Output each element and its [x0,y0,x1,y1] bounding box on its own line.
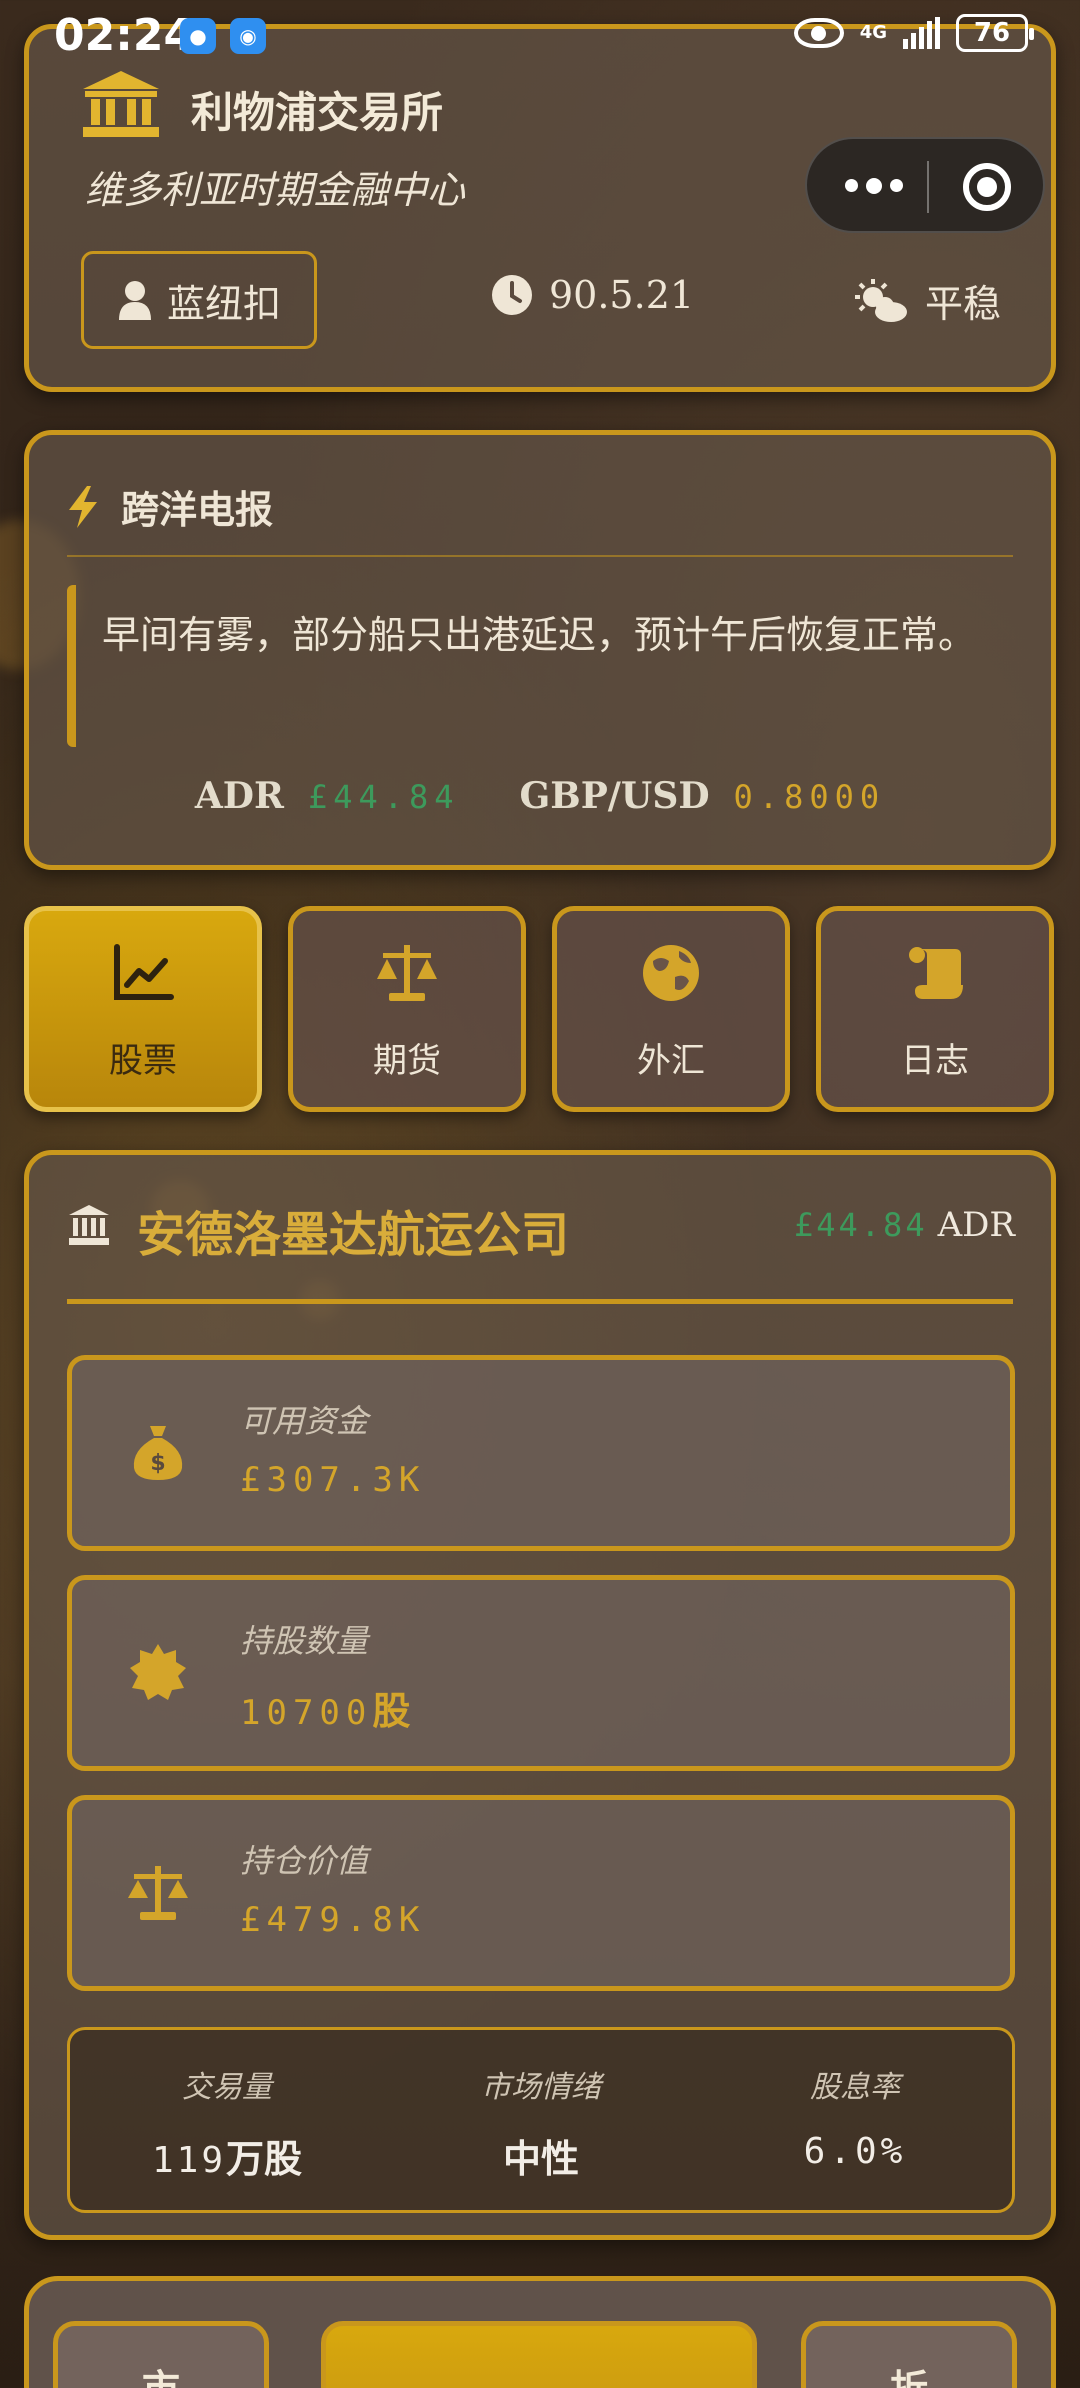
tab-forex[interactable]: 外汇 [552,906,790,1112]
tab-label: 日志 [901,1041,969,1081]
stat-label: 持股数量 [240,1622,369,1660]
telegram-card: 跨洋电报 早间有雾，部分船只出港延迟，预计午后恢复正常。 ADR £44.84 G… [24,430,1056,870]
metric-volume: 交易量 119万股 [151,2070,303,2181]
ticker-adr: ADR £44.84 [194,775,460,817]
divider [67,1299,1013,1304]
weather-status: 平稳 [855,273,1001,328]
trade-panel: 市 折 [24,2276,1056,2388]
stat-label: 可用资金 [240,1402,369,1440]
trade-action-button[interactable] [321,2321,757,2388]
metric-sentiment: 市场情绪 中性 [481,2070,601,2181]
discount-tab[interactable]: 折 [801,2321,1017,2388]
money-bag-icon: $ [133,1426,183,1480]
eye-comfort-icon [793,18,844,48]
scale-icon [377,945,437,1001]
status-bar: 02:24 ● ◉ 4G 76 [0,0,1080,70]
position-value-card: 持仓价值 £479.8K [67,1795,1015,1991]
stat-value: £307.3K [240,1460,426,1500]
shares-held-card: 持股数量 10700 股 [67,1575,1015,1771]
telegram-header: 跨洋电报 [67,479,273,534]
tab-label: 外汇 [637,1041,705,1081]
scale-icon [128,1866,188,1920]
company-card: 安德洛墨达航运公司 £44.84 ADR $ 可用资金 £307.3K 持股数量… [24,1150,1056,2240]
svg-text:$: $ [150,1451,165,1476]
ticker-adr-value: £44.84 [307,778,460,816]
available-funds-card: $ 可用资金 £307.3K [67,1355,1015,1551]
badge-icon [130,1644,186,1700]
user-icon [118,281,151,320]
ticker-gbpusd: GBP/USD 0.8000 [519,775,886,817]
tab-label: 股票 [109,1041,177,1081]
market-order-tab[interactable]: 市 [53,2321,269,2388]
game-date: 90.5.21 [491,273,694,317]
market-metrics: 交易量 119万股 市场情绪 中性 股息率 6.0% [67,2027,1015,2213]
ticker-gbpusd-value: 0.8000 [733,778,886,816]
clock-icon [492,275,532,315]
bank-icon [69,1205,109,1245]
telegram-title: 跨洋电报 [121,488,274,532]
metric-dividend: 股息率 6.0% [803,2070,907,2172]
target-close-icon[interactable] [963,163,1011,211]
mini-program-capsule [805,137,1045,233]
cloud-sun-icon [855,278,907,322]
player-name: 蓝纽扣 [166,281,281,326]
battery-level: 76 [956,14,1034,52]
ticker-row: ADR £44.84 GBP/USD 0.8000 [29,775,1051,817]
tab-stocks[interactable]: 股票 [24,906,262,1112]
tab-futures[interactable]: 期货 [288,906,526,1112]
exchange-header: 利物浦交易所 维多利亚时期金融中心 蓝纽扣 90.5.21 平稳 [24,24,1056,392]
globe-icon [643,945,699,1001]
weather-value: 平稳 [925,282,1002,326]
lightning-icon [69,485,97,528]
stat-label: 持仓价值 [240,1842,369,1880]
more-dots-icon[interactable] [845,178,903,194]
status-time: 02:24 [54,10,195,61]
exchange-title: 利物浦交易所 [191,88,444,137]
price-value: £44.84 [793,1206,928,1244]
stat-value: £479.8K [240,1900,426,1940]
bank-icon [83,71,159,137]
price-symbol: ADR [937,1205,1015,1245]
date-value: 90.5.21 [549,273,695,317]
signal-icon [903,17,940,49]
message-app-icon: ● [180,18,216,54]
stat-value: 10700 股 [240,1689,411,1733]
network-type: 4G [859,22,887,43]
company-price: £44.84 ADR [794,1205,1015,1245]
assist-app-icon: ◉ [230,18,266,54]
player-button[interactable]: 蓝纽扣 [81,251,317,349]
chart-line-icon [114,944,174,1000]
tab-log[interactable]: 日志 [816,906,1054,1112]
tab-label: 期货 [373,1041,441,1081]
divider [67,555,1013,557]
exchange-subtitle: 维多利亚时期金融中心 [85,168,466,212]
scroll-icon [909,947,963,999]
telegram-message: 早间有雾，部分船只出港延迟，预计午后恢复正常。 [67,585,987,747]
company-name: 安德洛墨达航运公司 [137,1207,570,1263]
